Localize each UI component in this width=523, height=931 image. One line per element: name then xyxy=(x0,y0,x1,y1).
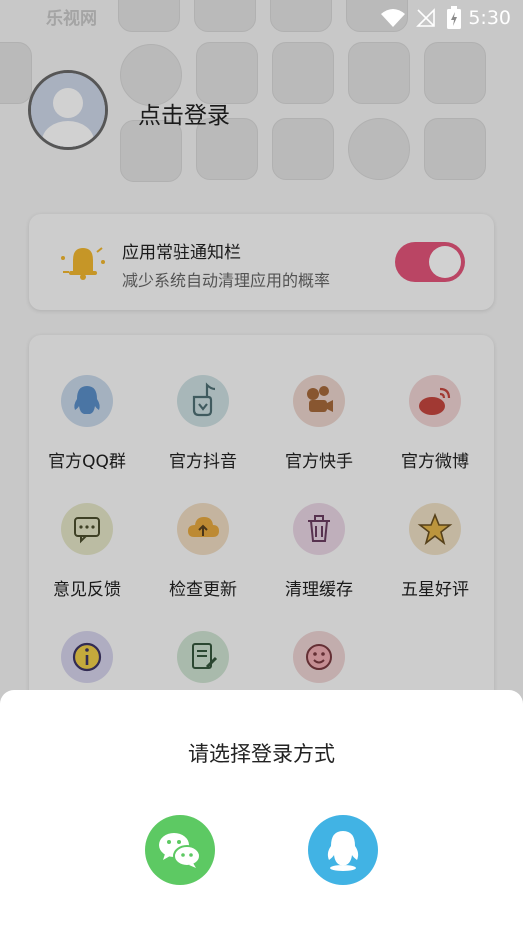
wechat-icon xyxy=(159,833,201,868)
app-background: 乐视网 点击登录 应用常驻通知栏 减少系统自动清理应用的概率 官方QQ群 官方抖… xyxy=(0,0,523,931)
status-bar: 5:30 xyxy=(0,0,523,36)
sheet-title: 请选择登录方式 xyxy=(188,742,335,766)
signal-off-icon xyxy=(416,8,435,27)
login-method-sheet: 请选择登录方式 xyxy=(0,690,523,931)
wechat-login-button[interactable] xyxy=(145,815,215,885)
qq-login-button[interactable] xyxy=(308,815,378,885)
wifi-icon xyxy=(381,9,405,27)
battery-charging-icon xyxy=(447,6,461,29)
status-time: 5:30 xyxy=(468,7,511,29)
qq-icon xyxy=(327,831,359,871)
